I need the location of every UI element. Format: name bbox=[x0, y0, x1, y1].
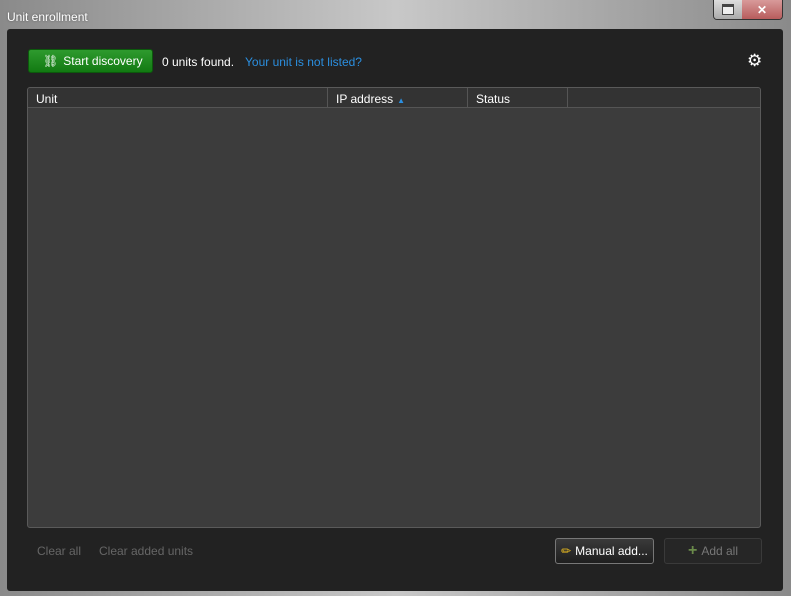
pencil-icon: ✏ bbox=[561, 544, 572, 558]
gear-icon[interactable]: ⚙ bbox=[747, 51, 762, 71]
start-discovery-button[interactable]: ⛓ Start discovery bbox=[28, 49, 153, 73]
column-ip-address[interactable]: IP address ▲ bbox=[328, 88, 468, 107]
start-discovery-label: Start discovery bbox=[63, 54, 143, 68]
close-button[interactable]: ✕ bbox=[742, 0, 782, 19]
main-panel: ⛓ Start discovery 0 units found. Your un… bbox=[7, 29, 783, 591]
close-icon: ✕ bbox=[756, 2, 768, 17]
clear-all-button[interactable]: Clear all bbox=[37, 544, 81, 558]
add-all-label: Add all bbox=[701, 544, 739, 558]
window-controls: ✕ bbox=[713, 0, 783, 20]
table-header: Unit IP address ▲ Status bbox=[28, 88, 760, 108]
unit-not-listed-link[interactable]: Your unit is not listed? bbox=[245, 55, 362, 69]
plus-icon: + bbox=[687, 542, 698, 559]
column-label: IP address bbox=[336, 92, 394, 106]
add-all-button[interactable]: + Add all bbox=[664, 538, 762, 564]
window-title: Unit enrollment bbox=[7, 10, 88, 24]
units-table: Unit IP address ▲ Status bbox=[27, 87, 761, 528]
maximize-icon bbox=[722, 4, 734, 15]
units-found-text: 0 units found. bbox=[162, 55, 235, 69]
manual-add-label: Manual add... bbox=[575, 544, 648, 558]
maximize-button[interactable] bbox=[714, 0, 742, 19]
clear-added-units-button[interactable]: Clear added units bbox=[99, 544, 193, 558]
column-unit[interactable]: Unit bbox=[28, 88, 328, 107]
sort-ascending-icon: ▲ bbox=[397, 96, 406, 105]
column-status[interactable]: Status bbox=[468, 88, 568, 107]
column-label: Status bbox=[476, 92, 511, 106]
manual-add-button[interactable]: ✏ Manual add... bbox=[555, 538, 654, 564]
binoculars-icon: ⛓ bbox=[43, 54, 59, 68]
column-label: Unit bbox=[36, 92, 58, 106]
